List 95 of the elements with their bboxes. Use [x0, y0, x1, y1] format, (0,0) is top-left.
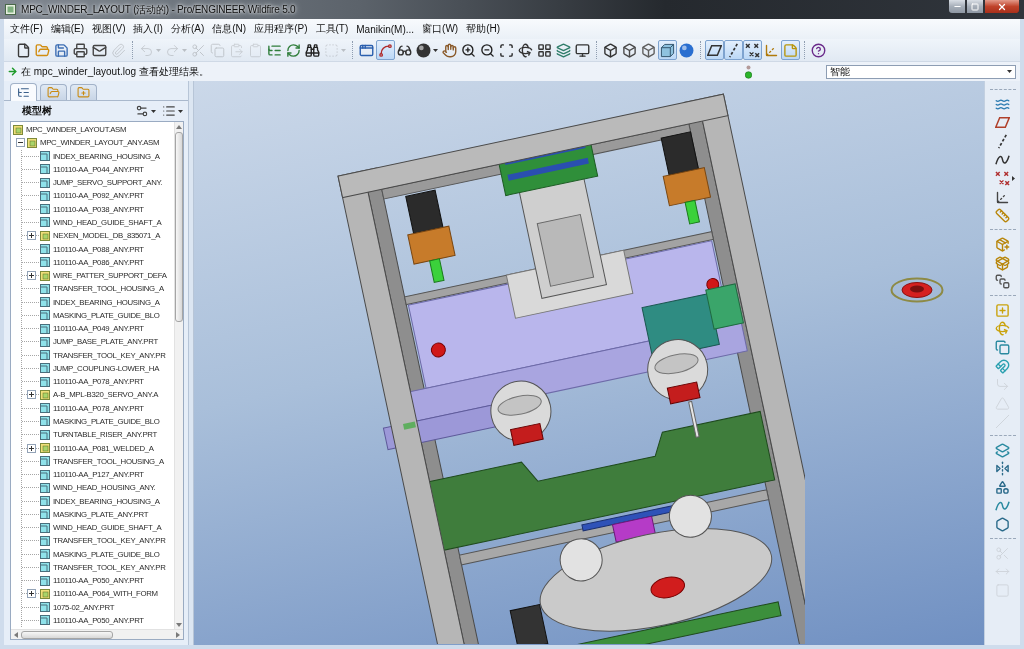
settings-icon — [135, 104, 149, 118]
box-icon — [40, 562, 50, 573]
menu-item[interactable]: 工具(T) — [313, 22, 351, 36]
box-icon — [40, 456, 50, 467]
caret-icon — [341, 48, 346, 52]
box-icon — [40, 190, 50, 201]
box-icon — [40, 482, 50, 493]
box-icon — [40, 416, 50, 427]
box-icon — [40, 164, 50, 175]
box-icon — [40, 509, 50, 520]
menu-item[interactable]: 文件(F) — [8, 22, 45, 36]
box-icon — [40, 177, 50, 188]
list-icon — [162, 104, 176, 118]
menu-item[interactable]: 帮助(H) — [464, 22, 503, 36]
filter-dropdown[interactable]: 智能 — [826, 64, 1016, 79]
framed-square-icon — [13, 124, 23, 135]
window-icon — [5, 4, 16, 15]
minimize-button[interactable] — [948, 0, 966, 14]
scroll-thumb[interactable] — [175, 132, 183, 322]
framed-square-icon — [40, 389, 50, 400]
caret-icon — [156, 48, 161, 52]
framed-square-icon — [40, 443, 50, 453]
box-icon — [40, 151, 50, 162]
menu-item[interactable]: 插入(I) — [131, 22, 165, 36]
box-icon — [40, 204, 50, 215]
maximize-icon — [971, 2, 979, 11]
box-icon — [40, 615, 50, 626]
close-icon — [997, 1, 1007, 12]
box-icon — [40, 403, 50, 414]
left-arrow-icon[interactable] — [14, 631, 18, 638]
folder-plus-icon — [77, 86, 90, 99]
caret-icon — [182, 48, 187, 52]
folder-icon — [47, 86, 60, 99]
panel-title: 模型树 — [22, 104, 52, 118]
box-icon — [40, 283, 50, 294]
plus-box-icon[interactable] — [26, 390, 36, 400]
minus-box-icon[interactable] — [16, 138, 25, 148]
box-icon — [40, 363, 50, 374]
menu-item[interactable]: 信息(N) — [210, 22, 249, 36]
navigator-tab[interactable] — [10, 83, 37, 101]
box-icon — [40, 323, 50, 334]
down-arrow-icon[interactable] — [176, 623, 182, 627]
box-icon — [40, 310, 50, 321]
box-icon — [40, 602, 50, 613]
box-icon — [40, 535, 50, 546]
framed-square-icon — [27, 137, 37, 148]
maximize-button[interactable] — [966, 0, 984, 14]
ring-part-drawing — [890, 277, 944, 303]
box-icon — [40, 575, 50, 586]
box-icon — [40, 336, 50, 347]
caret-icon — [1007, 70, 1012, 73]
box-icon — [40, 244, 50, 254]
plus-box-icon[interactable] — [26, 271, 36, 281]
tree-settings-button[interactable] — [134, 103, 157, 119]
scroll-thumb[interactable] — [21, 630, 113, 639]
caret-icon — [1012, 176, 1015, 182]
navigator-tab[interactable] — [70, 84, 97, 100]
box-icon — [40, 429, 50, 440]
plus-box-icon[interactable] — [26, 443, 36, 453]
menu-item[interactable]: 编辑(E) — [48, 22, 87, 36]
horizontal-scrollbar[interactable] — [11, 629, 183, 639]
window-title: MPC_WINDER_LAYOUT (活动的) - Pro/ENGINEER Wildfire 5.0 — [21, 2, 296, 17]
arrow-right-icon — [7, 66, 18, 77]
caret-icon — [151, 109, 156, 113]
box-icon — [40, 496, 50, 507]
box-icon — [40, 350, 50, 361]
framed-square-icon — [40, 270, 50, 281]
box-icon — [40, 297, 50, 308]
menu-item[interactable]: 视图(V) — [90, 22, 128, 36]
caret-icon — [178, 109, 183, 113]
close-button[interactable] — [984, 0, 1020, 14]
menu-item[interactable]: 窗口(W) — [420, 22, 461, 36]
menu-item[interactable]: 应用程序(P) — [252, 22, 310, 36]
box-icon — [40, 549, 50, 560]
vertical-scrollbar[interactable] — [174, 122, 183, 629]
menu-item[interactable]: Manikin(M)... — [354, 23, 417, 35]
framed-square-icon — [40, 588, 50, 599]
framed-square-icon — [40, 230, 50, 241]
navigator-tab[interactable] — [40, 84, 67, 100]
box-icon — [40, 217, 50, 228]
box-icon — [40, 469, 50, 480]
menu-item[interactable]: 分析(A) — [168, 22, 207, 36]
graphics-viewport[interactable] — [194, 81, 984, 645]
up-arrow-icon[interactable] — [176, 125, 182, 129]
list-tree-icon — [17, 86, 30, 99]
plus-box-icon[interactable] — [26, 589, 36, 599]
traffic-light-icon — [745, 64, 752, 79]
right-arrow-icon[interactable] — [176, 631, 180, 638]
message-text: 在 mpc_winder_layout.log 查看处理结果。 — [21, 64, 209, 79]
box-icon — [40, 257, 50, 268]
box-icon — [40, 376, 50, 387]
show-menu-button[interactable] — [161, 103, 184, 119]
caret-icon — [433, 48, 438, 52]
box-icon — [40, 522, 50, 533]
plus-box-icon[interactable] — [26, 231, 36, 241]
